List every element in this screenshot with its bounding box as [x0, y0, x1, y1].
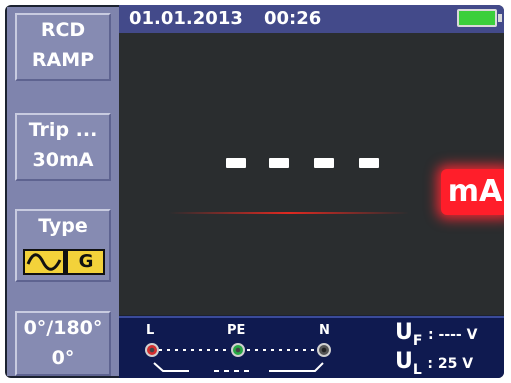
ac-sine-icon — [26, 253, 62, 271]
uf-symbol: U — [395, 320, 413, 345]
uf-value: : ---- V — [428, 327, 478, 343]
measurement-screen: mA — [119, 33, 504, 315]
date-display: 01.01.2013 — [129, 8, 243, 29]
terminal-pe-icon — [231, 343, 245, 357]
status-header: 01.01.2013 00:26 — [119, 5, 504, 34]
unit-badge: mA — [441, 169, 504, 215]
type-separator — [63, 251, 68, 273]
uf-subscript: F — [412, 333, 423, 349]
rcd-type-button[interactable]: Type G — [15, 209, 111, 282]
mode-line2: RAMP — [31, 49, 95, 71]
terminal-n-icon — [317, 343, 331, 357]
reading-dash — [314, 158, 334, 168]
mode-button[interactable]: RCD RAMP — [15, 13, 111, 81]
terminal-label-l: L — [146, 323, 155, 338]
trip-line1: Trip ... — [28, 119, 98, 141]
rcd-type-indicator: G — [23, 249, 105, 275]
type-label: Type — [38, 215, 88, 237]
battery-full-icon — [457, 9, 502, 27]
phase-line1: 0°/180° — [23, 317, 103, 339]
reading-dash — [359, 158, 379, 168]
mode-line1: RCD — [40, 19, 86, 41]
trip-line2: 30mA — [32, 149, 94, 171]
limit-voltage-reading: UL : 25 V — [395, 349, 473, 378]
phase-line2: 0° — [51, 347, 75, 369]
type-letter: G — [78, 251, 94, 272]
function-sidebar: RCD RAMP Trip ... 30mA Type G 0°/180° 0° — [7, 7, 119, 376]
terminal-label-n: N — [319, 323, 330, 338]
instrument-display: RCD RAMP Trip ... 30mA Type G 0°/180° 0°… — [5, 5, 504, 378]
connection-footer: L PE N UF : ---- V UL : 25 V — [119, 316, 504, 378]
terminal-l-icon — [145, 343, 159, 357]
phase-button[interactable]: 0°/180° 0° — [15, 311, 111, 376]
time-display: 00:26 — [264, 8, 322, 29]
ul-symbol: U — [395, 349, 413, 374]
trip-current-button[interactable]: Trip ... 30mA — [15, 113, 111, 181]
terminal-label-pe: PE — [227, 323, 246, 338]
fault-voltage-reading: UF : ---- V — [395, 320, 477, 349]
reading-underline — [169, 212, 409, 214]
reading-dash — [269, 158, 289, 168]
ul-value: : 25 V — [427, 356, 474, 372]
ul-subscript: L — [412, 362, 422, 378]
reading-dash — [226, 158, 246, 168]
